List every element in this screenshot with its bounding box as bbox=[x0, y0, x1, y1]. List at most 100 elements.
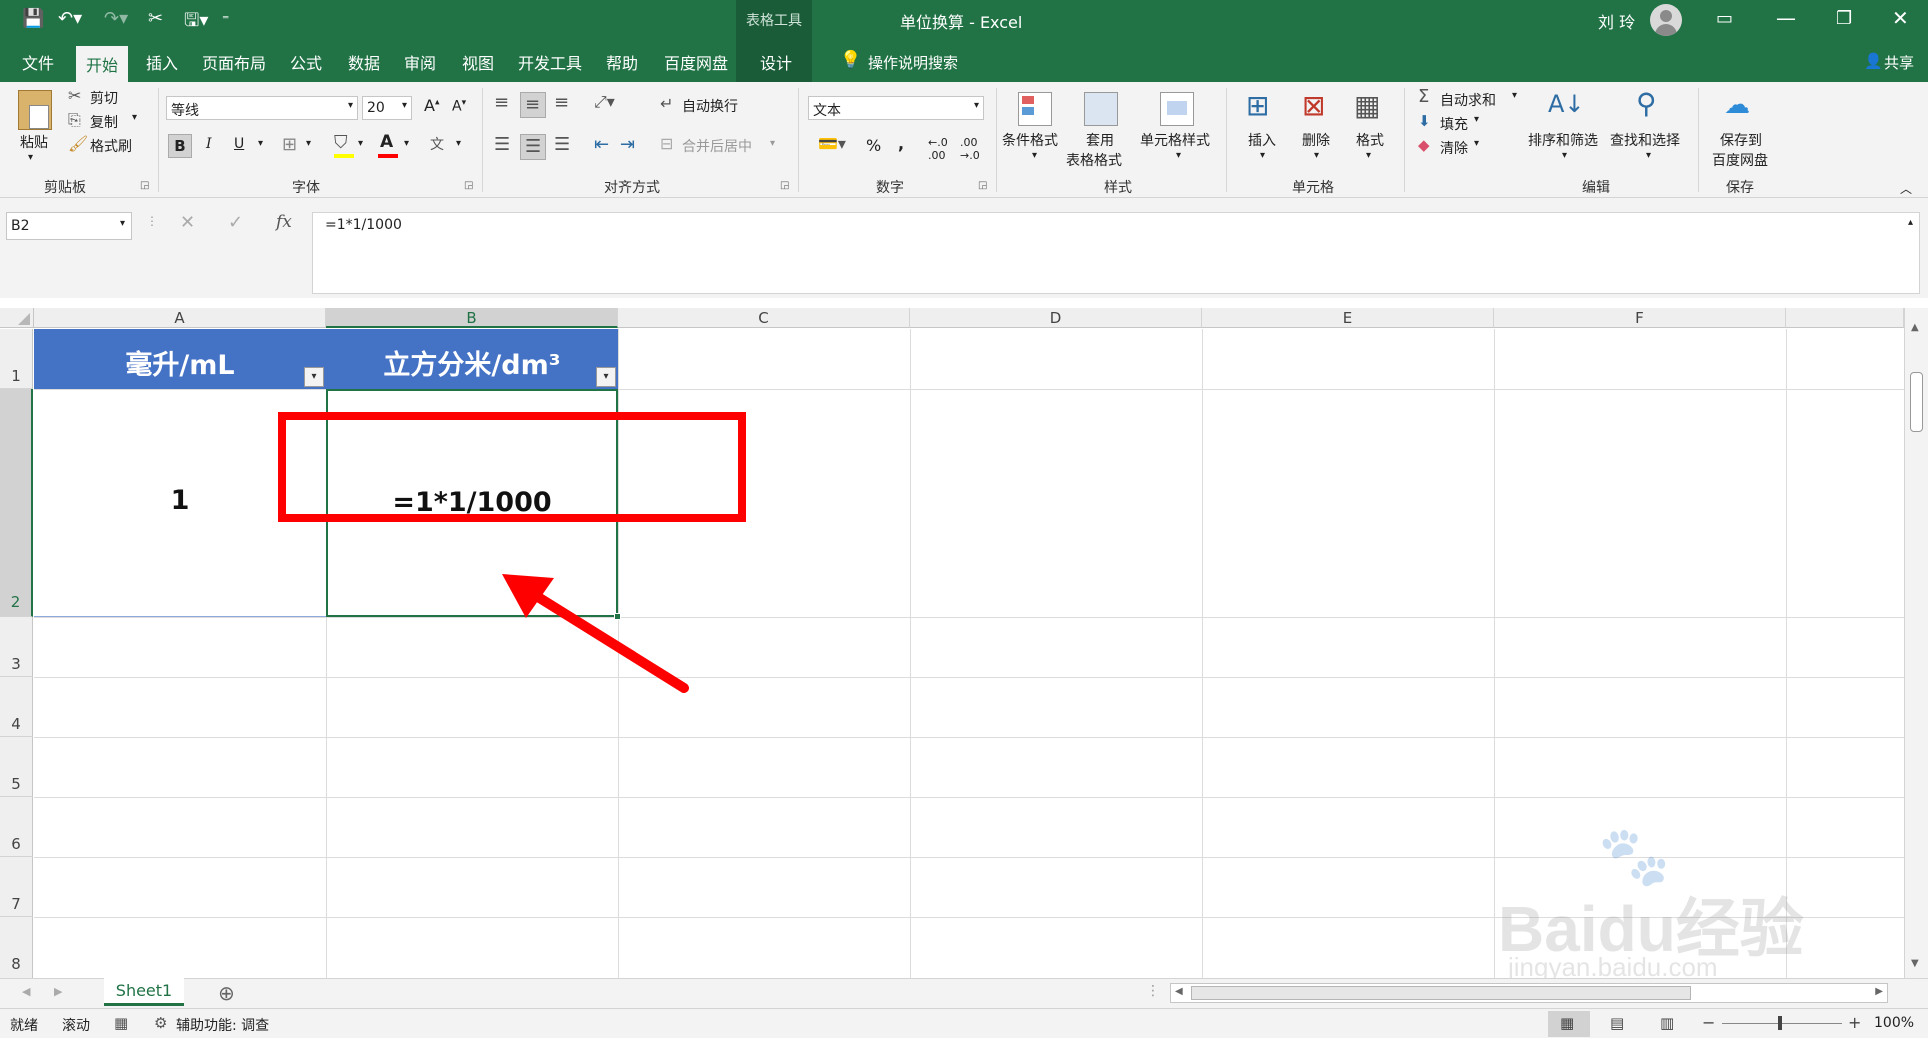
column-header-f[interactable]: F bbox=[1494, 308, 1786, 328]
comma-button[interactable]: , bbox=[898, 134, 904, 153]
collapse-formula-bar-icon[interactable]: ▴ bbox=[1908, 217, 1913, 228]
delete-cells-icon[interactable]: ⊠ bbox=[1302, 92, 1325, 120]
column-header-b[interactable]: B bbox=[326, 308, 618, 328]
confirm-entry-icon[interactable]: ✓ bbox=[228, 212, 243, 233]
column-header-a[interactable]: A bbox=[34, 308, 326, 328]
fill-button[interactable]: 填充 bbox=[1440, 114, 1468, 134]
cancel-entry-icon[interactable]: ✕ bbox=[180, 212, 195, 233]
accessibility-status[interactable]: 辅助功能: 调查 bbox=[176, 1015, 269, 1035]
bold-button[interactable]: B bbox=[168, 134, 192, 158]
column-header-c[interactable]: C bbox=[618, 308, 910, 328]
user-name[interactable]: 刘 玲 bbox=[1598, 9, 1635, 33]
vertical-scroll-thumb[interactable] bbox=[1910, 372, 1923, 432]
borders-dropdown-icon[interactable]: ▾ bbox=[306, 138, 311, 149]
font-color-icon[interactable]: A bbox=[380, 132, 393, 152]
tab-view[interactable]: 视图 bbox=[462, 50, 494, 74]
paste-dropdown-icon[interactable]: ▾ bbox=[28, 152, 33, 163]
row-header-1[interactable]: 1 bbox=[0, 329, 33, 389]
sheet-tab-sheet1[interactable]: Sheet1 bbox=[104, 978, 184, 1006]
decrease-font-icon[interactable]: A▾ bbox=[452, 98, 466, 115]
cut-icon[interactable]: ✂ bbox=[68, 88, 81, 104]
format-painter-icon[interactable]: 🖌 bbox=[68, 136, 88, 152]
row-header-5[interactable]: 5 bbox=[0, 737, 33, 797]
increase-indent-icon[interactable]: ⇥ bbox=[620, 136, 635, 154]
increase-decimal-icon[interactable]: ←.0.00 bbox=[928, 136, 948, 162]
format-table-icon[interactable] bbox=[1084, 92, 1118, 126]
conditional-format-button[interactable]: 条件格式 bbox=[1002, 130, 1058, 150]
baidu-pan-icon[interactable]: ☁ bbox=[1724, 92, 1750, 118]
align-bottom-icon[interactable]: ≡ bbox=[554, 94, 569, 112]
number-format-select[interactable]: 文本 ▾ bbox=[808, 96, 984, 120]
format-cells-icon[interactable]: ▦ bbox=[1354, 92, 1380, 120]
format-cells-button[interactable]: 格式 bbox=[1356, 130, 1384, 150]
align-right-icon[interactable]: ☰ bbox=[554, 136, 570, 154]
delete-dropdown-icon[interactable]: ▾ bbox=[1314, 150, 1319, 161]
fill-dropdown-icon[interactable]: ▾ bbox=[1474, 114, 1479, 125]
page-layout-view-icon[interactable]: ▤ bbox=[1610, 1014, 1624, 1032]
row-header-4[interactable]: 4 bbox=[0, 677, 33, 737]
merge-dropdown-icon[interactable]: ▾ bbox=[770, 138, 775, 149]
align-top-icon[interactable]: ≡ bbox=[494, 94, 509, 112]
tab-page-layout[interactable]: 页面布局 bbox=[202, 50, 266, 74]
undo-icon[interactable]: ↶▾ bbox=[58, 8, 82, 29]
next-sheet-icon[interactable]: ▶ bbox=[54, 985, 62, 998]
zoom-slider[interactable] bbox=[1722, 1023, 1842, 1024]
ribbon-display-icon[interactable]: ▭ bbox=[1716, 8, 1733, 29]
normal-view-button[interactable]: ▦ bbox=[1548, 1011, 1590, 1037]
column-header-e[interactable]: E bbox=[1202, 308, 1494, 328]
find-select-button[interactable]: 查找和选择 bbox=[1610, 130, 1680, 150]
font-name-select[interactable]: 等线 ▾ bbox=[166, 96, 358, 120]
format-table-line2[interactable]: 表格格式 bbox=[1066, 150, 1122, 170]
conditional-format-icon[interactable] bbox=[1018, 92, 1052, 126]
split-grip-icon[interactable]: ⋮ bbox=[1146, 983, 1160, 999]
increase-font-icon[interactable]: A▴ bbox=[424, 96, 439, 115]
format-dropdown-icon[interactable]: ▾ bbox=[1366, 150, 1371, 161]
find-select-icon[interactable]: ⚲ bbox=[1636, 90, 1657, 118]
cell-styles-dropdown-icon[interactable]: ▾ bbox=[1176, 150, 1181, 161]
tab-data[interactable]: 数据 bbox=[348, 50, 380, 74]
name-box[interactable]: B2 ▾ bbox=[6, 212, 132, 240]
merge-center-icon[interactable]: ⊟ bbox=[660, 136, 673, 152]
tab-formulas[interactable]: 公式 bbox=[290, 50, 322, 74]
scroll-down-icon[interactable]: ▼ bbox=[1911, 958, 1919, 969]
horizontal-scrollbar[interactable]: ◀ ▶ bbox=[1170, 983, 1888, 1003]
format-table-line1[interactable]: 套用 bbox=[1086, 130, 1114, 150]
italic-button[interactable]: I bbox=[206, 136, 212, 152]
horizontal-scroll-thumb[interactable] bbox=[1191, 986, 1691, 1000]
redo-icon[interactable]: ↷▾ bbox=[104, 8, 128, 29]
phonetic-dropdown-icon[interactable]: ▾ bbox=[456, 138, 461, 149]
orientation-icon[interactable]: ⤢▾ bbox=[594, 94, 615, 110]
tab-developer[interactable]: 开发工具 bbox=[518, 50, 582, 74]
save-icon[interactable]: 💾 bbox=[22, 8, 44, 29]
underline-dropdown-icon[interactable]: ▾ bbox=[258, 138, 263, 149]
fill-color-dropdown-icon[interactable]: ▾ bbox=[358, 138, 363, 149]
page-break-view-icon[interactable]: ▥ bbox=[1660, 1014, 1674, 1032]
save-as-icon[interactable]: 🖫▾ bbox=[184, 8, 208, 38]
number-launcher-icon[interactable]: ◲ bbox=[978, 180, 987, 191]
font-color-dropdown-icon[interactable]: ▾ bbox=[404, 138, 409, 149]
zoom-slider-thumb[interactable] bbox=[1778, 1016, 1782, 1030]
cut-qa-icon[interactable]: ✂ bbox=[148, 8, 163, 29]
percent-button[interactable]: % bbox=[866, 136, 881, 155]
tab-insert[interactable]: 插入 bbox=[146, 50, 178, 74]
filter-dropdown-a[interactable]: ▾ bbox=[304, 367, 324, 387]
select-all-corner[interactable] bbox=[0, 308, 34, 328]
fill-color-icon[interactable]: ⛉ bbox=[334, 134, 348, 152]
alignment-launcher-icon[interactable]: ◲ bbox=[780, 180, 789, 191]
accounting-format-icon[interactable]: 💳▾ bbox=[818, 136, 846, 152]
copy-button[interactable]: 复制 bbox=[90, 112, 118, 132]
copy-icon[interactable]: ⎘ bbox=[68, 112, 81, 128]
wrap-text-button[interactable]: 自动换行 bbox=[682, 96, 738, 116]
row-header-6[interactable]: 6 bbox=[0, 797, 33, 857]
zoom-out-icon[interactable]: − bbox=[1702, 1013, 1715, 1032]
row-header-8[interactable]: 8 bbox=[0, 917, 33, 978]
minimize-icon[interactable]: — bbox=[1776, 6, 1796, 30]
clipboard-launcher-icon[interactable]: ◲ bbox=[140, 180, 149, 191]
close-icon[interactable]: ✕ bbox=[1892, 6, 1909, 30]
new-sheet-icon[interactable]: ⊕ bbox=[218, 981, 235, 1005]
zoom-in-icon[interactable]: + bbox=[1848, 1013, 1861, 1032]
restore-icon[interactable]: ❐ bbox=[1836, 8, 1852, 29]
tab-help[interactable]: 帮助 bbox=[606, 50, 638, 74]
clear-button[interactable]: 清除 bbox=[1440, 138, 1468, 158]
font-launcher-icon[interactable]: ◲ bbox=[464, 180, 473, 191]
